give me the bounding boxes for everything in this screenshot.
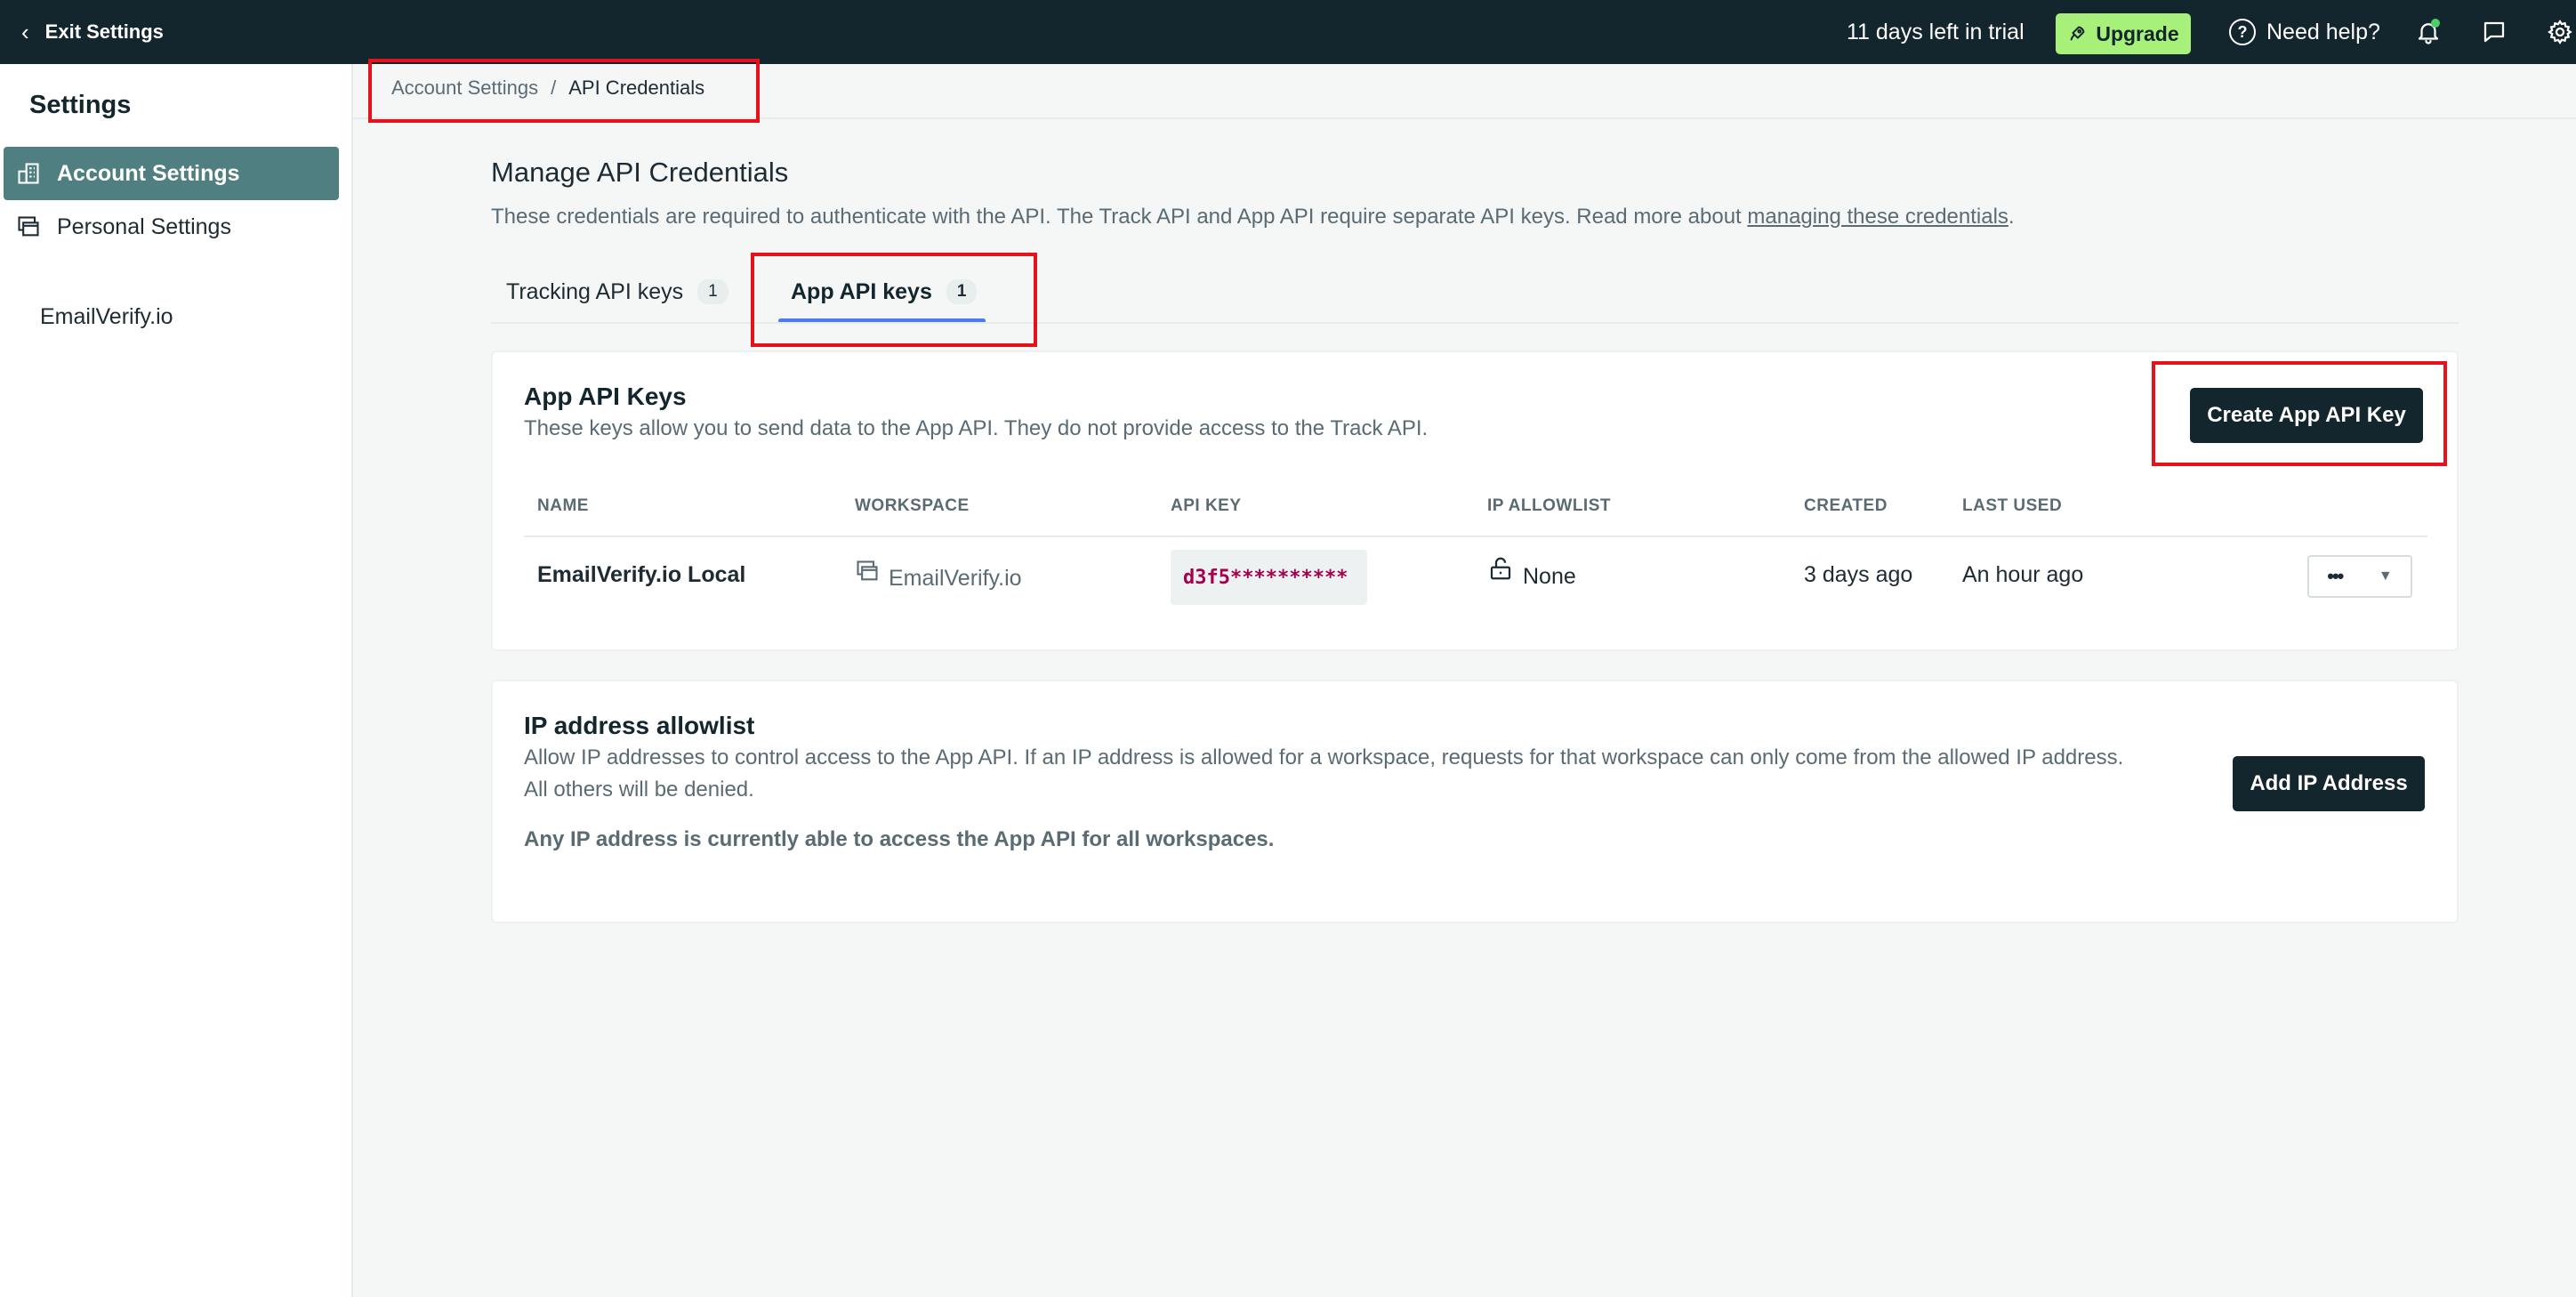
tab-count-badge: 1 — [697, 279, 729, 304]
ip-allowlist-status-note: Any IP address is currently able to acce… — [524, 827, 1275, 851]
rocket-icon — [2070, 26, 2085, 41]
breadcrumb-separator: / — [551, 77, 557, 99]
building-icon — [18, 163, 39, 184]
ip-allowlist-card: IP address allowlist Allow IP addresses … — [491, 680, 2459, 923]
key-workspace-label: EmailVerify.io — [889, 566, 1022, 591]
ip-allowlist-description-line2: All others will be denied. — [524, 777, 754, 802]
column-header-ip-allowlist: IP ALLOWLIST — [1487, 496, 1611, 515]
upgrade-label: Upgrade — [2096, 21, 2179, 45]
breadcrumb-divider — [353, 117, 2576, 119]
breadcrumb-current: API Credentials — [568, 77, 705, 99]
question-icon: ? — [2229, 19, 2256, 45]
help-label: Need help? — [2266, 19, 2380, 44]
page-description-text: These credentials are required to authen… — [491, 205, 1748, 229]
exit-settings-label: Exit Settings — [44, 20, 164, 43]
top-bar: ‹ Exit Settings 11 days left in trial Up… — [0, 0, 2576, 64]
api-key-value[interactable]: d3f5********** — [1171, 550, 1367, 605]
managing-credentials-link[interactable]: managing these credentials — [1747, 205, 2008, 229]
tab-tracking-api-keys[interactable]: Tracking API keys 1 — [506, 274, 729, 310]
key-workspace: EmailVerify.io — [855, 559, 1022, 592]
breadcrumb-account-settings[interactable]: Account Settings — [391, 77, 538, 100]
chat-icon[interactable] — [2478, 16, 2510, 48]
chevron-left-icon: ‹ — [21, 18, 29, 45]
sidebar-item-label: Account Settings — [57, 160, 240, 186]
table-header-divider — [524, 536, 2427, 537]
lock-icon — [1490, 557, 1511, 579]
key-actions-dropdown[interactable]: ••• ▼ — [2307, 555, 2412, 598]
sidebar-title: Settings — [29, 91, 132, 119]
breadcrumb: Account Settings / API Credentials — [391, 77, 704, 100]
caret-down-icon: ▼ — [2378, 568, 2393, 584]
column-header-created: CREATED — [1804, 496, 1888, 515]
tabs-divider — [491, 322, 2459, 324]
sidebar-workspace-link[interactable]: EmailVerify.io — [40, 304, 173, 330]
more-icon: ••• — [2327, 565, 2344, 587]
key-ip-allowlist-label: None — [1523, 564, 1576, 589]
exit-settings-button[interactable]: ‹ Exit Settings — [21, 0, 164, 64]
page-description-end: . — [2008, 205, 2015, 229]
tab-label: App API keys — [791, 278, 932, 304]
column-header-api-key: API KEY — [1171, 496, 1242, 515]
ip-allowlist-description-line1: Allow IP addresses to control access to … — [524, 745, 2124, 769]
sidebar: Settings Account Settings Personal Setti… — [0, 64, 353, 1297]
windows-icon — [18, 216, 39, 237]
page-description: These credentials are required to authen… — [491, 205, 2015, 230]
tab-app-api-keys[interactable]: App API keys 1 — [791, 274, 978, 310]
tab-label: Tracking API keys — [506, 278, 684, 304]
sidebar-item-personal-settings[interactable]: Personal Settings — [4, 200, 339, 254]
app-api-keys-card: App API Keys These keys allow you to sen… — [491, 350, 2459, 651]
add-ip-address-button[interactable]: Add IP Address — [2233, 756, 2425, 811]
tab-count-badge: 1 — [946, 279, 978, 304]
bell-icon[interactable] — [2412, 16, 2444, 48]
column-header-name: NAME — [537, 496, 589, 515]
create-app-api-key-button[interactable]: Create App API Key — [2190, 388, 2423, 443]
trial-status: 11 days left in trial — [1847, 20, 2025, 44]
app-api-keys-title: App API Keys — [524, 383, 687, 410]
app-api-keys-description: These keys allow you to send data to the… — [524, 416, 1429, 440]
key-ip-allowlist: None — [1487, 553, 1576, 590]
windows-icon — [857, 560, 878, 580]
key-last-used: An hour ago — [1962, 562, 2084, 587]
page-title: Manage API Credentials — [491, 157, 789, 188]
gear-icon[interactable] — [2544, 16, 2576, 48]
sidebar-item-label: Personal Settings — [57, 213, 231, 239]
ip-allowlist-title: IP address allowlist — [524, 712, 755, 739]
notification-dot — [2431, 19, 2440, 28]
sidebar-item-account-settings[interactable]: Account Settings — [4, 147, 339, 200]
key-name: EmailVerify.io Local — [537, 562, 746, 587]
column-header-last-used: LAST USED — [1962, 496, 2063, 515]
upgrade-button[interactable]: Upgrade — [2056, 13, 2191, 54]
help-button[interactable]: ? Need help? — [2229, 0, 2380, 64]
key-created: 3 days ago — [1804, 562, 1913, 587]
column-header-workspace: WORKSPACE — [855, 496, 970, 515]
